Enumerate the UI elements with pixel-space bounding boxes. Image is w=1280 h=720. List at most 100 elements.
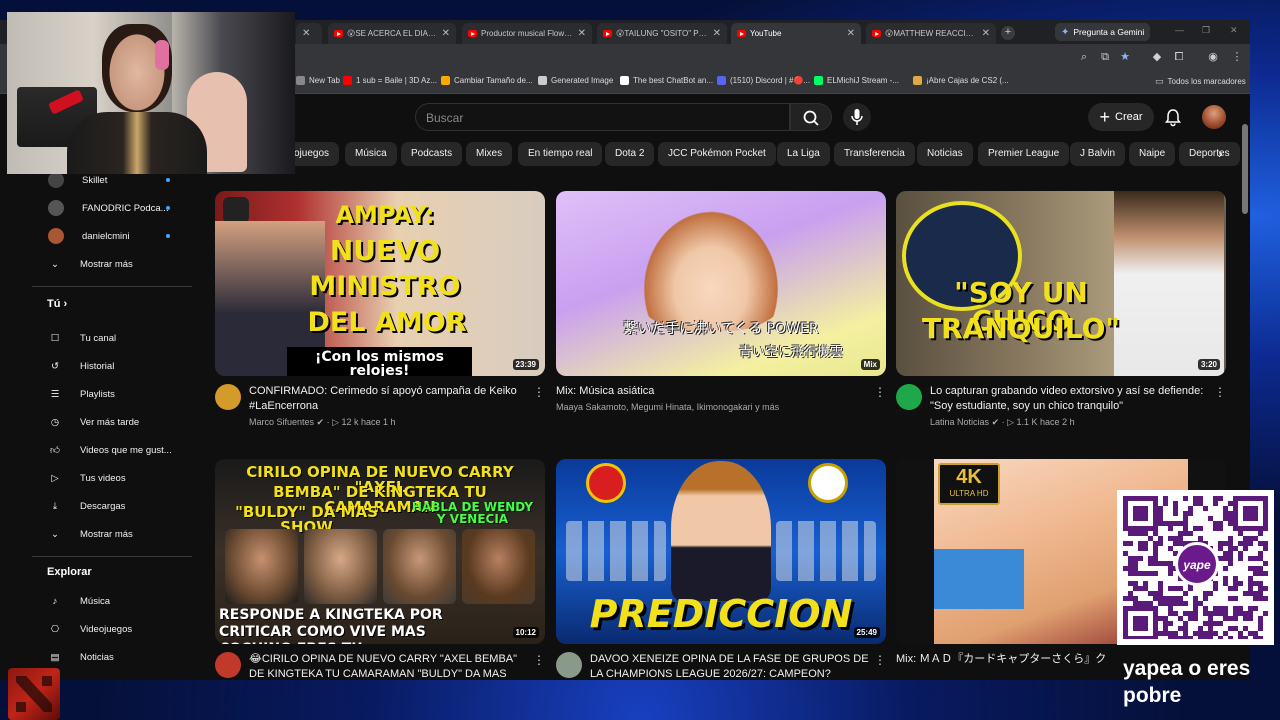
- sidebar-item-label: Noticias: [80, 651, 114, 663]
- search-input[interactable]: Buscar: [415, 103, 790, 131]
- chip-podcasts[interactable]: Podcasts: [401, 142, 463, 166]
- video-card[interactable]: AMPAY: NUEVO MINISTRO DEL AMOR ¡Con los …: [215, 191, 545, 436]
- bookmark-4[interactable]: The best ChatBot an...: [620, 76, 713, 85]
- tab-youtube-active[interactable]: YouTube ✕: [731, 23, 861, 44]
- close-icon[interactable]: ✕: [713, 28, 721, 39]
- video-menu-icon[interactable]: ⋮: [874, 385, 886, 399]
- chip-la-liga[interactable]: La Liga: [777, 142, 830, 166]
- chip-premier[interactable]: Premier League: [978, 142, 1070, 166]
- search-icon: [803, 110, 819, 126]
- video-thumbnail[interactable]: PREDICCION 25:49: [556, 459, 886, 644]
- extension-diamond-icon[interactable]: ◆: [1150, 50, 1164, 64]
- video-title[interactable]: Mix: Música asiática: [556, 384, 836, 399]
- channel-avatar[interactable]: [556, 652, 582, 678]
- chip-naipe[interactable]: Naipe: [1129, 142, 1176, 166]
- notifications-bell-icon[interactable]: [1163, 107, 1183, 127]
- chip-dota2[interactable]: Dota 2: [605, 142, 655, 166]
- chip-jbalvin[interactable]: J Balvin: [1070, 142, 1126, 166]
- zoom-icon[interactable]: ⌕: [1077, 50, 1091, 64]
- sidebar-sub-fanodric[interactable]: FANODRIC Podca...: [32, 194, 192, 222]
- window-close-icon[interactable]: ✕: [1230, 25, 1238, 36]
- sidebar-you-heading[interactable]: Tú ›: [47, 298, 67, 310]
- sidebar-show-more-subs[interactable]: ⌄ Mostrar más: [32, 250, 192, 278]
- bookmark-new-tab[interactable]: New Tab: [296, 76, 340, 85]
- chip-live[interactable]: En tiempo real: [518, 142, 603, 166]
- sidebar-item-news[interactable]: ▤ Noticias: [32, 643, 192, 671]
- bookmark-5[interactable]: (1510) Discord | #🔴...: [717, 76, 810, 85]
- sidebar-sub-danielcmini[interactable]: danielcmini: [32, 222, 192, 250]
- sidebar-item-your-channel[interactable]: ☐ Tu canal: [32, 324, 192, 352]
- chevron-right-icon[interactable]: ›: [1218, 145, 1223, 161]
- sidebar-item-show-more[interactable]: ⌄ Mostrar más: [32, 520, 192, 548]
- extensions-puzzle-icon[interactable]: ⧠: [1172, 50, 1186, 64]
- menu-kebab-icon[interactable]: ⋮: [1230, 50, 1244, 64]
- profile-icon[interactable]: ◉: [1206, 50, 1220, 64]
- chip-transfer[interactable]: Transferencia: [834, 142, 915, 166]
- video-card[interactable]: PREDICCION 25:49 DAVOO XENEIZE OPINA DE …: [556, 459, 886, 680]
- channel-avatar[interactable]: [215, 652, 241, 678]
- minimize-icon[interactable]: —: [1175, 25, 1184, 35]
- sidebar-item-history[interactable]: ↺ Historial: [32, 352, 192, 380]
- sidebar-item-playlists[interactable]: ☰ Playlists: [32, 380, 192, 408]
- account-avatar[interactable]: [1202, 105, 1226, 129]
- close-icon[interactable]: ✕: [442, 28, 450, 39]
- install-app-icon[interactable]: ⧉: [1098, 50, 1112, 64]
- close-icon[interactable]: ✕: [578, 28, 586, 39]
- tab-1[interactable]: 😮SE ACERCA EL DIA!😮 ✕: [328, 23, 456, 44]
- channel-avatar[interactable]: [896, 384, 922, 410]
- video-menu-icon[interactable]: ⋮: [1214, 385, 1226, 399]
- channel-avatar[interactable]: [215, 384, 241, 410]
- video-card[interactable]: CIRILO OPINA DE NUEVO CARRY "AXEL BEMBA"…: [215, 459, 545, 680]
- tab-3[interactable]: 😮TAILUNG "OSITO" PRE ✕: [597, 23, 727, 44]
- video-title[interactable]: DAVOO XENEIZE OPINA DE LA FASE DE GRUPOS…: [590, 652, 870, 680]
- scrollbar-thumb[interactable]: [1242, 124, 1248, 214]
- close-icon[interactable]: ✕: [302, 28, 310, 39]
- tab-2[interactable]: Productor musical Flow La ✕: [462, 23, 592, 44]
- video-menu-icon[interactable]: ⋮: [533, 653, 545, 667]
- thumbnail-caption: RESPONDE A KINGTEKA POR CRITICAR COMO VI…: [219, 607, 443, 644]
- video-card[interactable]: 繋いだ手に沸いてくる POWER 青い空に飛行機雲 Mix Mix: Músic…: [556, 191, 886, 436]
- bookmark-star-icon[interactable]: ★: [1118, 50, 1132, 64]
- sidebar-item-watch-later[interactable]: ◷ Ver más tarde: [32, 408, 192, 436]
- sidebar-item-music[interactable]: ♪ Música: [32, 587, 192, 615]
- video-thumbnail[interactable]: "SOY UN CHICO TRANQUILO" 3:20: [896, 191, 1226, 376]
- video-title[interactable]: CONFIRMADO: Cerimedo sí apoyó campaña de…: [249, 384, 529, 414]
- voice-search-button[interactable]: [843, 103, 871, 131]
- video-title[interactable]: 😂CIRILO OPINA DE NUEVO CARRY "AXEL BEMBA…: [249, 652, 529, 680]
- chip-music[interactable]: Música: [345, 142, 397, 166]
- new-tab-button[interactable]: +: [1001, 26, 1015, 40]
- gemini-button[interactable]: ✦ Pregunta a Gemini: [1055, 23, 1151, 41]
- chip-sports[interactable]: Deportes: [1179, 142, 1240, 166]
- maximize-icon[interactable]: ❐: [1202, 25, 1210, 36]
- video-thumbnail[interactable]: 繋いだ手に沸いてくる POWER 青い空に飛行機雲 Mix: [556, 191, 886, 376]
- bookmark-6[interactable]: ELMichiJ Stream -...: [814, 76, 899, 85]
- bookmark-3[interactable]: Generated Image: [538, 76, 613, 85]
- chip-mixes[interactable]: Mixes: [466, 142, 513, 166]
- bookmark-7[interactable]: ¡Abre Cajas de CS2 (...: [913, 76, 1009, 85]
- video-title[interactable]: Lo capturan grabando video extorsivo y a…: [930, 384, 1210, 414]
- chip-news[interactable]: Noticias: [917, 142, 973, 166]
- video-menu-icon[interactable]: ⋮: [874, 653, 886, 667]
- video-thumbnail[interactable]: CIRILO OPINA DE NUEVO CARRY "AXEL BEMBA"…: [215, 459, 545, 644]
- video-thumbnail[interactable]: AMPAY: NUEVO MINISTRO DEL AMOR ¡Con los …: [215, 191, 545, 376]
- bookmark-1[interactable]: 1 sub = Baile | 3D Az...: [343, 76, 437, 85]
- tab-partial[interactable]: ✕: [296, 23, 322, 44]
- youtube-favicon-icon: [603, 30, 612, 37]
- all-bookmarks[interactable]: ▭ Todos los marcadores: [1155, 76, 1246, 87]
- channel-name[interactable]: Maaya Sakamoto, Megumi Hinata, Ikimonoga…: [556, 402, 886, 412]
- close-icon[interactable]: ✕: [982, 28, 990, 39]
- video-card[interactable]: "SOY UN CHICO TRANQUILO" 3:20 Lo captura…: [896, 191, 1226, 436]
- chip-pokemon[interactable]: JCC Pokémon Pocket: [658, 142, 776, 166]
- channel-name[interactable]: Marco Sifuentes: [249, 417, 314, 427]
- tab-5[interactable]: 😮MATTHEW REACCIONA ✕: [866, 23, 996, 44]
- channel-name[interactable]: Latina Noticias: [930, 417, 989, 427]
- close-icon[interactable]: ✕: [847, 28, 855, 39]
- sidebar-item-your-videos[interactable]: ▷ Tus videos: [32, 464, 192, 492]
- sidebar-item-downloads[interactable]: ⤓ Descargas: [32, 492, 192, 520]
- search-button[interactable]: [790, 103, 832, 131]
- sidebar-item-liked[interactable]: 👍︎ Videos que me gust...: [32, 436, 192, 464]
- sidebar-item-gaming[interactable]: ⎔ Videojuegos: [32, 615, 192, 643]
- create-button[interactable]: + Crear: [1088, 103, 1154, 131]
- bookmark-2[interactable]: Cambiar Tamaño de...: [441, 76, 533, 85]
- video-menu-icon[interactable]: ⋮: [533, 385, 545, 399]
